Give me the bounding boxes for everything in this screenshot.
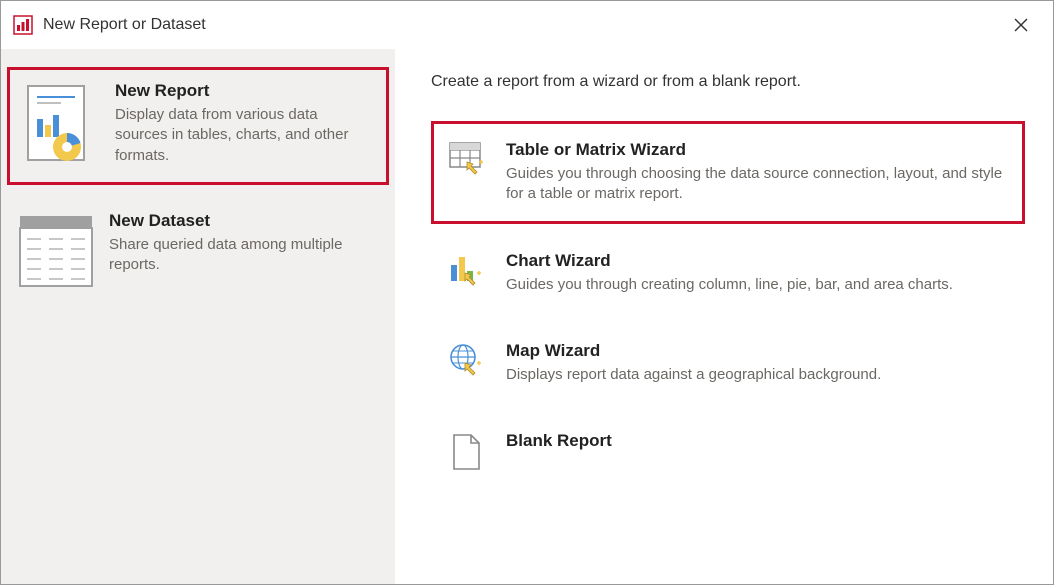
- sidebar-item-title: New Dataset: [109, 211, 377, 231]
- report-thumb-icon: [23, 81, 101, 171]
- option-title: Map Wizard: [506, 341, 1008, 361]
- option-desc: Displays report data against a geographi…: [506, 365, 1008, 385]
- sidebar-item-desc: Share queried data among multiple report…: [109, 235, 377, 276]
- intro-text: Create a report from a wizard or from a …: [431, 73, 1025, 91]
- sidebar-item-desc: Display data from various data sources i…: [115, 105, 371, 166]
- option-desc: Guides you through creating column, line…: [506, 275, 1008, 295]
- main-panel: Create a report from a wizard or from a …: [395, 49, 1053, 584]
- option-map-wizard[interactable]: Map Wizard Displays report data against …: [431, 322, 1025, 404]
- option-title: Blank Report: [506, 431, 1008, 451]
- dialog-body: New Report Display data from various dat…: [1, 49, 1053, 584]
- map-wizard-icon: [448, 341, 486, 385]
- dialog-window: New Report or Dataset: [0, 0, 1054, 585]
- window-title: New Report or Dataset: [43, 16, 1001, 34]
- sidebar-item-title: New Report: [115, 81, 371, 101]
- option-chart-wizard[interactable]: Chart Wizard Guides you through creating…: [431, 232, 1025, 314]
- blank-report-icon: [448, 431, 486, 473]
- dataset-thumb-icon: [17, 211, 95, 287]
- option-title: Chart Wizard: [506, 251, 1008, 271]
- sidebar-item-new-dataset[interactable]: New Dataset Share queried data among mul…: [1, 197, 395, 301]
- option-title: Table or Matrix Wizard: [506, 140, 1008, 160]
- sidebar: New Report Display data from various dat…: [1, 49, 395, 584]
- sidebar-item-new-report[interactable]: New Report Display data from various dat…: [7, 67, 389, 185]
- titlebar: New Report or Dataset: [1, 1, 1053, 49]
- option-desc: Guides you through choosing the data sou…: [506, 164, 1008, 205]
- option-blank-report[interactable]: Blank Report: [431, 412, 1025, 492]
- close-button[interactable]: [1001, 5, 1041, 45]
- app-icon: [13, 15, 33, 35]
- table-wizard-icon: [448, 140, 486, 205]
- chart-wizard-icon: [448, 251, 486, 295]
- option-table-matrix-wizard[interactable]: Table or Matrix Wizard Guides you throug…: [431, 121, 1025, 224]
